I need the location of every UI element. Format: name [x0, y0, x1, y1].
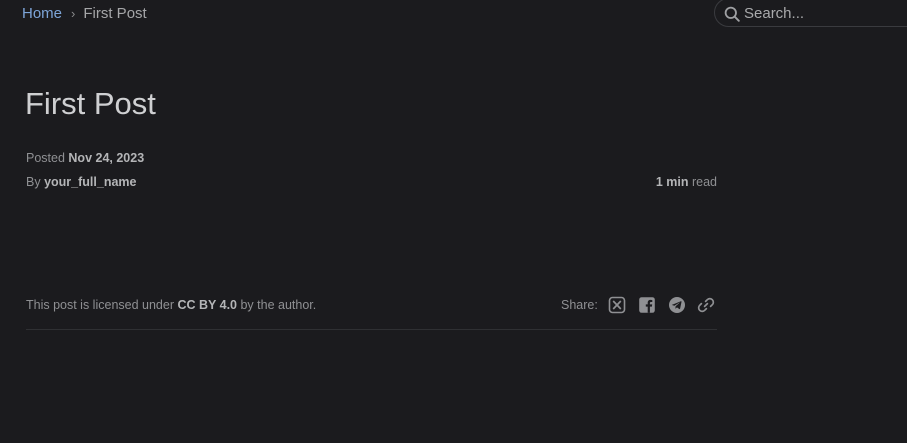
- author-name[interactable]: your_full_name: [44, 175, 136, 189]
- search-icon: [724, 6, 740, 22]
- breadcrumb-current: First Post: [83, 5, 147, 22]
- post-date: Posted Nov 24, 2023: [26, 150, 144, 166]
- search-input[interactable]: [744, 3, 907, 23]
- read-time-value: 1 min: [655, 175, 689, 189]
- license-link[interactable]: CC BY 4.0: [177, 298, 237, 312]
- post-author: By your_full_name: [26, 174, 136, 190]
- by-label: By: [26, 175, 41, 189]
- telegram-icon[interactable]: [668, 296, 686, 314]
- read-time: 1 min read: [600, 174, 717, 190]
- footer-divider: [26, 329, 717, 330]
- x-icon[interactable]: [608, 296, 626, 314]
- license-suffix: by the author.: [240, 298, 317, 312]
- license-prefix: This post is licensed under: [26, 298, 174, 312]
- search-box[interactable]: [714, 0, 907, 27]
- share-label: Share:: [561, 298, 598, 312]
- breadcrumb-home-link[interactable]: Home: [22, 5, 62, 22]
- read-time-suffix: read: [691, 175, 717, 189]
- posted-label: Posted: [26, 151, 65, 165]
- posted-date: Nov 24, 2023: [68, 151, 145, 165]
- facebook-icon[interactable]: [638, 296, 656, 314]
- breadcrumb: Home › First Post: [22, 5, 147, 23]
- topbar: Home › First Post: [0, 0, 907, 28]
- page-title: First Post: [25, 86, 156, 121]
- breadcrumb-separator: ›: [71, 6, 76, 21]
- link-icon[interactable]: [697, 296, 715, 314]
- license-note: This post is licensed under CC BY 4.0 by…: [26, 297, 316, 313]
- share-bar: Share:: [561, 295, 719, 315]
